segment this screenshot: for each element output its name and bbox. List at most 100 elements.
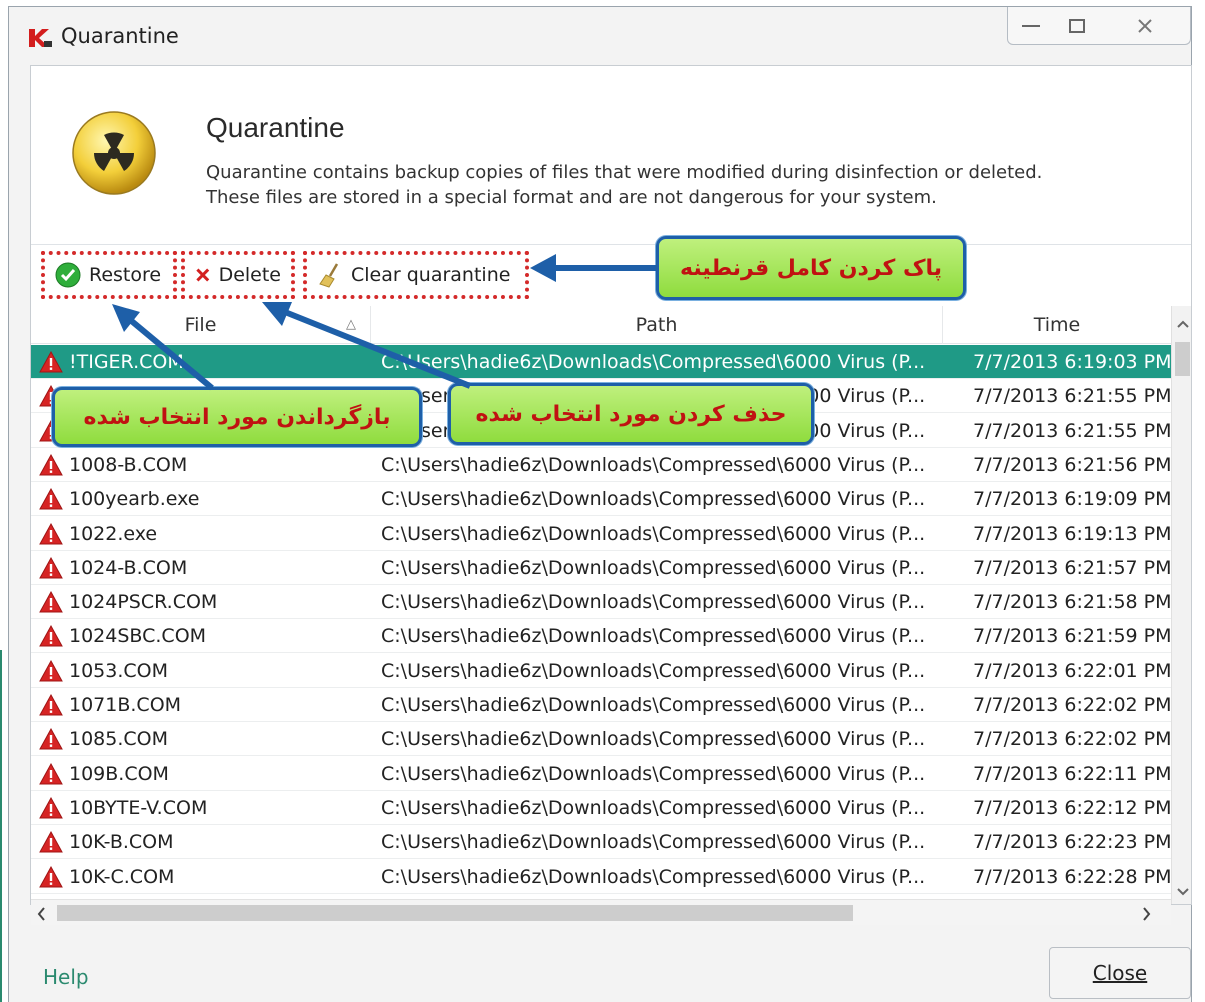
file-name: 10K-B.COM	[69, 831, 174, 853]
minimize-icon	[1022, 25, 1040, 27]
path-cell: C:\Users\hadie6z\Downloads\Compressed\60…	[381, 351, 926, 373]
path-cell: C:\Users\hadie6z\Downloads\Compressed\60…	[381, 866, 926, 888]
callout-delete: حذف کردن مورد انتخاب شده	[448, 383, 814, 445]
close-button[interactable]: Close	[1049, 947, 1191, 999]
file-name: 1024SBC.COM	[69, 625, 207, 647]
table-row[interactable]: 1053.COM C:\Users\hadie6z\Downloads\Compr…	[31, 654, 1171, 688]
close-icon	[1138, 19, 1152, 33]
file-cell: 10K-B.COM	[39, 825, 371, 859]
delete-label: Delete	[218, 264, 281, 286]
minimize-button[interactable]	[1008, 7, 1054, 45]
warning-icon	[39, 694, 63, 716]
scroll-down-icon[interactable]	[1172, 880, 1191, 904]
time-cell: 7/7/2013 6:22:01 PM	[973, 660, 1171, 682]
delete-button[interactable]: Delete	[181, 251, 295, 299]
table-row[interactable]: 1024-B.COM C:\Users\hadie6z\Downloads\Com…	[31, 551, 1171, 585]
table-row[interactable]: 1022.exe C:\Users\hadie6z\Downloads\Compr…	[31, 517, 1171, 551]
time-cell: 7/7/2013 6:22:02 PM	[973, 728, 1171, 750]
file-cell: 1022.exe	[39, 517, 371, 551]
file-name: 1024PSCR.COM	[69, 591, 218, 613]
warning-icon	[39, 351, 63, 373]
page-description: Quarantine contains backup copies of fil…	[206, 160, 1042, 210]
file-cell: 1071B.COM	[39, 688, 371, 722]
warning-icon	[39, 728, 63, 750]
table-row[interactable]: !TIGER.COM C:\Users\hadie6z\Downloads\Com…	[31, 345, 1171, 379]
time-cell: 7/7/2013 6:22:11 PM	[973, 763, 1171, 785]
table-row[interactable]: 1071B.COM C:\Users\hadie6z\Downloads\Comp…	[31, 688, 1171, 722]
help-link[interactable]: Help	[43, 965, 89, 989]
warning-icon	[39, 831, 63, 853]
warning-icon	[39, 591, 63, 613]
path-cell: C:\Users\hadie6z\Downloads\Compressed\60…	[381, 523, 926, 545]
column-header-file[interactable]: File △	[31, 306, 371, 344]
table-row[interactable]: 1024PSCR.COM C:\Users\hadie6z\Downloads\C…	[31, 585, 1171, 619]
path-cell: C:\Users\hadie6z\Downloads\Compressed\60…	[381, 625, 926, 647]
callout-restore: بازگرداندن مورد انتخاب شده	[52, 387, 422, 447]
scroll-up-icon[interactable]	[1172, 312, 1191, 336]
callout-clear-quarantine: پاک کردن کامل قرنطینه	[656, 236, 966, 300]
time-cell: 7/7/2013 6:19:03 PM	[973, 351, 1171, 373]
toolbar: Restore Delete Clear quarantine	[31, 244, 1191, 302]
file-cell: 109B.COM	[39, 757, 371, 791]
warning-icon	[39, 625, 63, 647]
footer: Help Close	[9, 907, 1191, 1002]
time-cell: 7/7/2013 6:22:02 PM	[973, 694, 1171, 716]
file-cell: 1024-B.COM	[39, 551, 371, 585]
time-cell: 7/7/2013 6:22:28 PM	[973, 866, 1171, 888]
table-row[interactable]: 10K-B.COM C:\Users\hadie6z\Downloads\Comp…	[31, 825, 1171, 859]
file-name: 109B.COM	[69, 763, 169, 785]
file-cell: 1008-B.COM	[39, 448, 371, 482]
main-panel: Quarantine Quarantine contains backup co…	[30, 65, 1192, 905]
header-area: Quarantine Quarantine contains backup co…	[31, 66, 1191, 242]
path-cell: C:\Users\hadie6z\Downloads\Compressed\60…	[381, 797, 926, 819]
column-header-time[interactable]: Time	[943, 306, 1171, 344]
file-cell: 10K-C.COM	[39, 860, 371, 894]
table-row[interactable]: 10K-C.COM C:\Users\hadie6z\Downloads\Comp…	[31, 860, 1171, 894]
time-cell: 7/7/2013 6:22:12 PM	[973, 797, 1171, 819]
kaspersky-logo-icon	[29, 29, 52, 47]
file-name: 1053.COM	[69, 660, 169, 682]
broom-icon	[319, 263, 339, 288]
table-row[interactable]: 1008-B.COM C:\Users\hadie6z\Downloads\Com…	[31, 448, 1171, 482]
file-cell: 100yearb.exe	[39, 482, 371, 516]
background-edge	[0, 650, 2, 1002]
description-line-1: Quarantine contains backup copies of fil…	[206, 162, 1043, 183]
clear-quarantine-button[interactable]: Clear quarantine	[303, 251, 529, 299]
file-name: 1024-B.COM	[69, 557, 188, 579]
window-close-button[interactable]	[1100, 7, 1190, 45]
path-cell: C:\Users\hadie6z\Downloads\Compressed\60…	[381, 488, 926, 510]
file-name: 1085.COM	[69, 728, 169, 750]
table-header: File △ Path Time	[31, 306, 1171, 344]
file-cell: 1085.COM	[39, 722, 371, 756]
path-cell: C:\Users\hadie6z\Downloads\Compressed\60…	[381, 728, 926, 750]
time-cell: 7/7/2013 6:21:58 PM	[973, 591, 1171, 613]
time-cell: 7/7/2013 6:19:09 PM	[973, 488, 1171, 510]
vertical-scrollbar[interactable]	[1171, 306, 1191, 904]
warning-icon	[39, 797, 63, 819]
description-line-2: These files are stored in a special form…	[206, 187, 937, 208]
table-row[interactable]: 1085.COM C:\Users\hadie6z\Downloads\Compr…	[31, 722, 1171, 756]
table-row[interactable]: 109B.COM C:\Users\hadie6z\Downloads\Compr…	[31, 757, 1171, 791]
warning-icon	[39, 454, 63, 476]
clear-quarantine-label: Clear quarantine	[351, 264, 511, 286]
warning-icon	[39, 488, 63, 510]
path-cell: C:\Users\hadie6z\Downloads\Compressed\60…	[381, 454, 926, 476]
path-cell: C:\Users\hadie6z\Downloads\Compressed\60…	[381, 694, 926, 716]
quarantine-window: Quarantine Quarantine Quarantine contain…	[8, 6, 1192, 1002]
warning-icon	[39, 660, 63, 682]
column-file-label: File	[184, 314, 217, 336]
column-time-label: Time	[1033, 314, 1081, 336]
time-cell: 7/7/2013 6:22:23 PM	[973, 831, 1171, 853]
column-header-path[interactable]: Path	[371, 306, 943, 344]
time-cell: 7/7/2013 6:21:55 PM	[973, 385, 1171, 407]
restore-button[interactable]: Restore	[41, 251, 177, 299]
vertical-scroll-thumb[interactable]	[1175, 342, 1190, 376]
path-cell: C:\Users\hadie6z\Downloads\Compressed\60…	[381, 831, 926, 853]
table-row[interactable]: 10BYTE-V.COM C:\Users\hadie6z\Downloads\C…	[31, 791, 1171, 825]
window-title: Quarantine	[61, 24, 179, 48]
table-row[interactable]: 100yearb.exe C:\Users\hadie6z\Downloads\C…	[31, 482, 1171, 516]
page-title: Quarantine	[206, 112, 345, 143]
file-cell: !TIGER.COM	[39, 345, 371, 379]
table-row[interactable]: 1024SBC.COM C:\Users\hadie6z\Downloads\Co…	[31, 619, 1171, 653]
maximize-button[interactable]	[1054, 7, 1100, 45]
